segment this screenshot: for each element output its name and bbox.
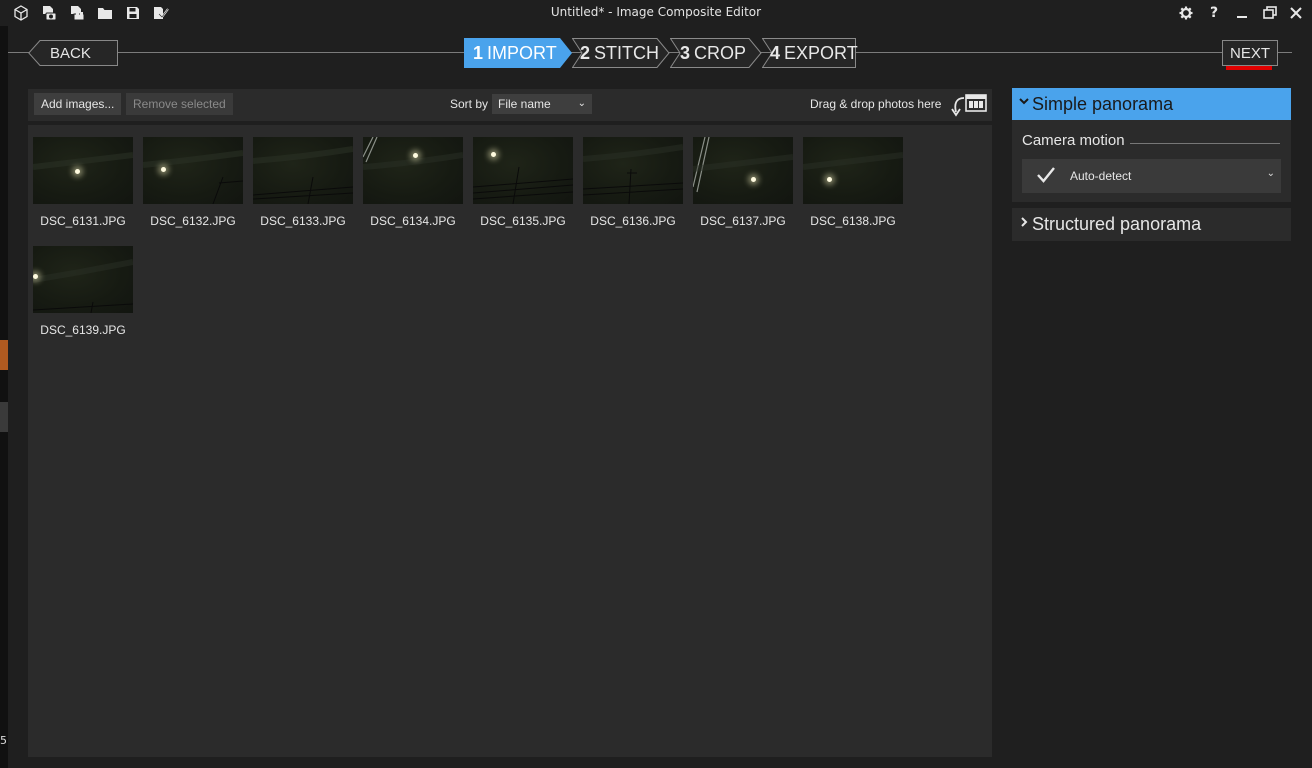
chevron-down-icon: ⌄ — [1266, 168, 1275, 179]
simple-panorama-header[interactable]: Simple panorama — [1012, 88, 1291, 120]
simple-panorama-label: Simple panorama — [1032, 94, 1174, 114]
image-thumbnail[interactable]: DSC_6134.JPG — [363, 137, 463, 228]
back-button-label: BACK — [50, 45, 91, 62]
next-button[interactable]: NEXT — [1222, 40, 1278, 66]
thumbnail-image — [363, 137, 463, 204]
thumbnail-filename: DSC_6138.JPG — [810, 214, 896, 228]
thumbnail-filename: DSC_6132.JPG — [150, 214, 236, 228]
thumbnail-image — [473, 137, 573, 204]
thumbnail-image — [803, 137, 903, 204]
background-strip — [0, 26, 8, 768]
step-label: CROP — [694, 43, 747, 63]
divider — [1130, 143, 1280, 144]
thumbnail-filename: DSC_6139.JPG — [40, 323, 126, 337]
sort-by-select[interactable]: File name ⌄ — [492, 94, 592, 114]
thumbnail-filename: DSC_6135.JPG — [480, 214, 566, 228]
simple-panorama-body: Camera motion Auto-detect ⌄ — [1012, 120, 1291, 202]
image-thumbnail[interactable]: DSC_6132.JPG — [143, 137, 243, 228]
thumbnail-image — [33, 246, 133, 313]
camera-motion-label: Camera motion — [1022, 132, 1125, 149]
image-thumbnail[interactable]: DSC_6133.JPG — [253, 137, 353, 228]
step-label: IMPORT — [487, 43, 557, 63]
next-highlight-mark — [1226, 66, 1272, 70]
step-number: 3 — [680, 43, 691, 63]
background-text: 5 — [0, 734, 7, 747]
image-thumbnail[interactable]: DSC_6136.JPG — [583, 137, 683, 228]
check-icon — [1036, 166, 1056, 187]
drag-drop-icon — [948, 92, 988, 121]
step-crop[interactable]: 3 CROP — [670, 38, 762, 68]
image-thumbnail[interactable]: DSC_6131.JPG — [33, 137, 133, 228]
title-bar: Untitled* - Image Composite Editor ? — [0, 0, 1312, 26]
step-stitch[interactable]: 2 STITCH — [572, 38, 670, 68]
image-grid: DSC_6131.JPG DSC_6132.JPG DSC_6133.JPG D… — [28, 125, 992, 757]
step-number: 2 — [580, 43, 591, 63]
thumbnail-filename: DSC_6134.JPG — [370, 214, 456, 228]
thumbnail-image — [253, 137, 353, 204]
thumbnail-filename: DSC_6136.JPG — [590, 214, 676, 228]
sort-by-label: Sort by — [450, 97, 489, 111]
chevron-right-icon — [1019, 217, 1029, 230]
step-label: STITCH — [594, 43, 660, 63]
thumbnail-filename: DSC_6133.JPG — [260, 214, 346, 228]
image-thumbnail[interactable]: DSC_6135.JPG — [473, 137, 573, 228]
settings-icon[interactable] — [1175, 3, 1197, 23]
image-thumbnail[interactable]: DSC_6137.JPG — [693, 137, 793, 228]
step-export[interactable]: 4 EXPORT — [762, 38, 858, 68]
add-images-button[interactable]: Add images... — [34, 93, 122, 115]
chevron-down-icon: ⌄ — [577, 98, 586, 109]
remove-selected-button[interactable]: Remove selected — [126, 93, 233, 115]
window-title: Untitled* - Image Composite Editor — [550, 5, 762, 19]
import-toolbar: Add images... Remove selected Sort by Fi… — [28, 89, 992, 121]
image-thumbnail[interactable]: DSC_6139.JPG — [33, 246, 133, 337]
wizard-nav: BACK 1 IMPORT 2 STITCH 3 CROP 4 EXPORT NEXT — [8, 26, 1312, 82]
step-import[interactable]: 1 IMPORT — [464, 38, 572, 68]
camera-motion-select[interactable]: Auto-detect ⌄ — [1022, 159, 1281, 193]
drag-drop-hint: Drag & drop photos here — [810, 97, 942, 111]
step-number: 1 — [473, 43, 484, 63]
camera-motion-value: Auto-detect — [1070, 169, 1132, 183]
image-thumbnail[interactable]: DSC_6138.JPG — [803, 137, 903, 228]
minimize-icon[interactable] — [1231, 3, 1253, 23]
thumbnail-image — [33, 137, 133, 204]
help-icon[interactable]: ? — [1203, 3, 1225, 23]
restore-icon[interactable] — [1259, 3, 1281, 23]
structured-panorama-header[interactable]: Structured panorama — [1012, 208, 1291, 241]
chevron-down-icon — [1019, 96, 1029, 109]
thumbnail-image — [583, 137, 683, 204]
thumbnail-image — [693, 137, 793, 204]
sort-by-value: File name — [498, 97, 551, 111]
thumbnail-image — [143, 137, 243, 204]
step-number: 4 — [770, 43, 781, 63]
thumbnail-filename: DSC_6137.JPG — [700, 214, 786, 228]
thumbnail-filename: DSC_6131.JPG — [40, 214, 126, 228]
next-button-label: NEXT — [1229, 44, 1270, 62]
back-button[interactable]: BACK — [28, 40, 118, 66]
close-icon[interactable] — [1285, 3, 1307, 23]
step-label: EXPORT — [784, 43, 858, 63]
structured-panorama-label: Structured panorama — [1032, 214, 1202, 234]
